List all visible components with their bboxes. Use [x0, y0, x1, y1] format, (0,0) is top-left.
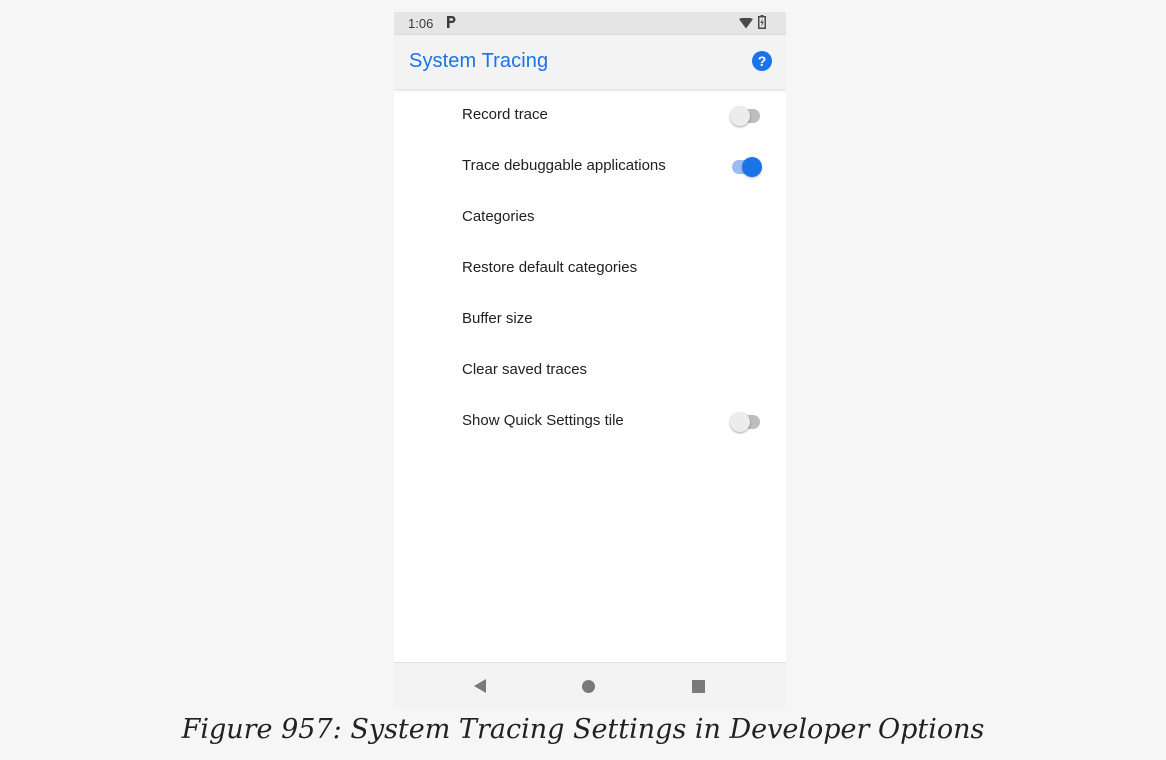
- setting-record-trace[interactable]: Record trace: [394, 89, 786, 140]
- setting-buffer-size[interactable]: Buffer size: [394, 293, 786, 344]
- setting-label: Clear saved traces: [462, 361, 588, 378]
- show-quick-settings-tile-switch[interactable]: [730, 412, 762, 432]
- setting-label: Buffer size: [462, 310, 533, 327]
- setting-label: Restore default categories: [462, 259, 638, 276]
- wifi-icon: [739, 18, 753, 29]
- battery-icon: [758, 15, 766, 29]
- setting-trace-debuggable-applications[interactable]: Trace debuggable applications: [394, 140, 786, 191]
- setting-label: Record trace: [462, 106, 548, 123]
- switch-thumb: [730, 106, 750, 126]
- page-title: System Tracing: [409, 50, 549, 72]
- setting-show-quick-settings-tile[interactable]: Show Quick Settings tile: [394, 395, 786, 446]
- home-circle-icon[interactable]: [582, 680, 595, 693]
- back-triangle-icon[interactable]: [473, 678, 487, 694]
- trace-debuggable-applications-switch[interactable]: [730, 157, 762, 177]
- navigation-bar: [394, 662, 786, 708]
- status-bar: 1:06: [394, 12, 786, 35]
- settings-list: Record trace Trace debuggable applicatio…: [394, 89, 786, 446]
- switch-thumb: [742, 157, 762, 177]
- recents-square-icon[interactable]: [692, 680, 705, 693]
- record-trace-switch[interactable]: [730, 106, 762, 126]
- figure-caption: Figure 957: System Tracing Settings in D…: [181, 714, 985, 745]
- status-time: 1:06: [408, 16, 434, 31]
- setting-label: Show Quick Settings tile: [462, 412, 624, 429]
- app-bar: System Tracing ?: [394, 35, 786, 89]
- switch-thumb: [730, 412, 750, 432]
- phone-screen: 1:06 System Tracing ? Record trace Trace…: [394, 12, 786, 708]
- setting-categories[interactable]: Categories: [394, 191, 786, 242]
- help-icon[interactable]: ?: [752, 51, 772, 71]
- setting-clear-saved-traces[interactable]: Clear saved traces: [394, 344, 786, 395]
- p-notification-icon: [447, 16, 456, 28]
- setting-restore-default-categories[interactable]: Restore default categories: [394, 242, 786, 293]
- setting-label: Trace debuggable applications: [462, 157, 666, 174]
- svg-text:?: ?: [758, 53, 767, 69]
- setting-label: Categories: [462, 208, 535, 225]
